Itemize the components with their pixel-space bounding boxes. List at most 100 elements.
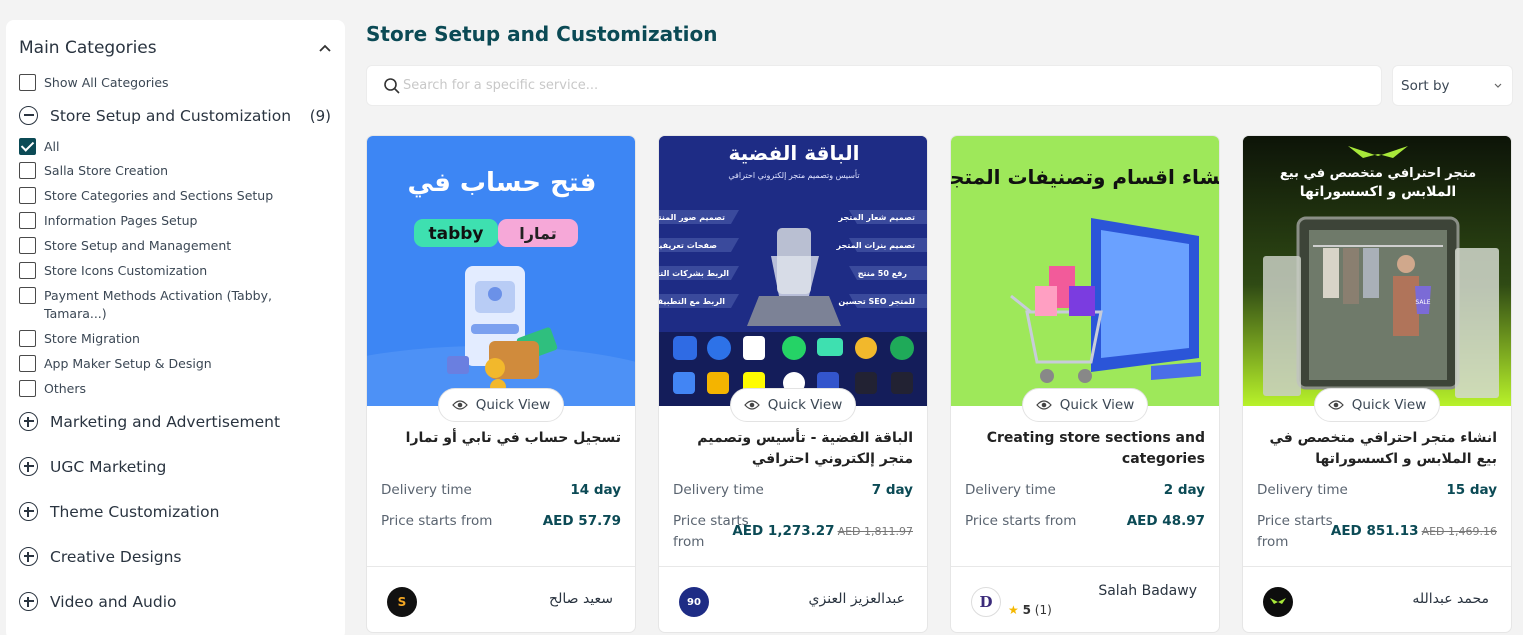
subcategory-label: Store Setup and Management: [44, 238, 232, 253]
svg-text:تحسين SEO للمتجر: تحسين SEO للمتجر: [838, 297, 915, 306]
plus-circle-icon[interactable]: [19, 592, 38, 611]
price-amount: AED 57.79: [542, 513, 621, 529]
svg-text:متجر احترافي متخصص في بيع: متجر احترافي متخصص في بيع: [1280, 166, 1476, 181]
delivery-value: 7 day: [871, 482, 913, 498]
checkbox[interactable]: [19, 330, 36, 347]
checkbox-checked[interactable]: [19, 138, 36, 155]
seller-name[interactable]: سعيد صالح: [549, 591, 613, 607]
service-card[interactable]: الباقة الفضية تأسيس وتصميم متجر إلكتروني…: [658, 135, 928, 633]
seller-avatar[interactable]: D: [971, 587, 1001, 617]
svg-text:تصميم صور المنتجات: تصميم صور المنتجات: [659, 213, 725, 222]
subcategory-checkbox-row[interactable]: Information Pages Setup: [19, 212, 319, 230]
subcategory-label: Information Pages Setup: [44, 213, 198, 228]
category-label: Marketing and Advertisement: [50, 412, 281, 431]
service-card[interactable]: فتح حساب في tabby تمارا Quick View تسجيل…: [366, 135, 636, 633]
service-title[interactable]: الباقة الفضية - تأسيس وتصميم متجر إلكترو…: [673, 428, 913, 470]
service-title[interactable]: تسجيل حساب في تابي أو تمارا: [381, 428, 621, 449]
subcategory-checkbox-row[interactable]: Store Categories and Sections Setup: [19, 187, 319, 205]
seller-avatar[interactable]: [1263, 587, 1293, 617]
quick-view-button[interactable]: Quick View: [1314, 388, 1440, 422]
card-divider: [951, 566, 1219, 567]
rating-count: (1): [1034, 603, 1052, 617]
category-store-setup[interactable]: Store Setup and Customization (9): [19, 106, 331, 125]
subcategory-checkbox-row[interactable]: Payment Methods Activation (Tabby, Tamar…: [19, 287, 319, 323]
checkbox[interactable]: [19, 74, 36, 91]
delivery-label: Delivery time: [381, 482, 472, 498]
checkbox[interactable]: [19, 287, 36, 304]
minus-circle-icon[interactable]: [19, 106, 38, 125]
category-video-audio[interactable]: Video and Audio: [19, 592, 331, 611]
star-icon: ★: [1008, 603, 1019, 617]
price-value: AED 48.97: [1127, 513, 1205, 529]
category-creative-designs[interactable]: Creative Designs: [19, 547, 331, 566]
checkbox[interactable]: [19, 237, 36, 254]
service-title[interactable]: انشاء متجر احترافي متخصص في بيع الملابس …: [1257, 428, 1497, 470]
checkbox[interactable]: [19, 187, 36, 204]
checkbox[interactable]: [19, 162, 36, 179]
svg-text:تأسيس وتصميم متجر إلكتروني احت: تأسيس وتصميم متجر إلكتروني احترافي: [728, 169, 859, 181]
category-marketing-advertisement[interactable]: Marketing and Advertisement: [19, 412, 331, 431]
service-image[interactable]: الباقة الفضية تأسيس وتصميم متجر إلكتروني…: [659, 136, 927, 406]
old-price: AED 1,811.97: [837, 525, 913, 538]
card-divider: [659, 566, 927, 567]
page-title: Store Setup and Customization: [366, 22, 718, 46]
seller-avatar[interactable]: S: [387, 587, 417, 617]
sidebar-header[interactable]: Main Categories: [19, 37, 331, 59]
price-value: AED 851.13 AED 1,469.16: [1331, 523, 1497, 539]
rating-value: 5: [1022, 603, 1031, 617]
checkbox[interactable]: [19, 380, 36, 397]
price-amount: AED 1,273.27: [732, 523, 835, 539]
checkbox[interactable]: [19, 355, 36, 372]
quick-view-button[interactable]: Quick View: [1022, 388, 1148, 422]
delivery-label: Delivery time: [965, 482, 1056, 498]
category-ugc-marketing[interactable]: UGC Marketing: [19, 457, 331, 476]
search-input[interactable]: [403, 78, 1303, 93]
subcategory-checkbox-row[interactable]: All: [19, 138, 319, 156]
svg-text:SALE: SALE: [1415, 299, 1430, 306]
delivery-label: Delivery time: [673, 482, 764, 498]
subcategory-checkbox-row[interactable]: Store Icons Customization: [19, 262, 319, 280]
subcategory-label: App Maker Setup & Design: [44, 356, 212, 371]
subcategory-label: Salla Store Creation: [44, 163, 169, 178]
service-image[interactable]: انشاء اقسام وتصنيفات المتجر: [951, 136, 1219, 406]
svg-text:tabby: tabby: [428, 224, 483, 244]
quick-view-button[interactable]: Quick View: [730, 388, 856, 422]
category-label: Theme Customization: [50, 502, 220, 521]
seller-name[interactable]: Salah Badawy: [1098, 583, 1197, 599]
svg-text:الربط مع التطبيقات: الربط مع التطبيقات: [659, 297, 725, 306]
subcategory-label: Store Migration: [44, 331, 140, 346]
price-value: AED 57.79: [543, 513, 621, 529]
show-all-categories-checkbox[interactable]: Show All Categories: [19, 74, 319, 92]
service-image[interactable]: متجر احترافي متخصص في بيع الملابس و اكسس…: [1243, 136, 1511, 406]
checkbox[interactable]: [19, 212, 36, 229]
search-bar[interactable]: [366, 65, 1382, 106]
subcategory-checkbox-row[interactable]: Store Migration: [19, 330, 319, 348]
checkbox[interactable]: [19, 262, 36, 279]
plus-circle-icon[interactable]: [19, 412, 38, 431]
plus-circle-icon[interactable]: [19, 457, 38, 476]
category-label: Creative Designs: [50, 547, 182, 566]
seller-name[interactable]: عبدالعزيز العنزي: [809, 591, 905, 607]
category-theme-customization[interactable]: Theme Customization: [19, 502, 331, 521]
seller-name[interactable]: محمد عبدالله: [1412, 591, 1489, 607]
sort-dropdown[interactable]: Sort by: [1392, 65, 1513, 106]
subcategory-checkbox-row[interactable]: Salla Store Creation: [19, 162, 319, 180]
quick-view-button[interactable]: Quick View: [438, 388, 564, 422]
service-image[interactable]: فتح حساب في tabby تمارا: [367, 136, 635, 406]
subcategory-checkbox-row[interactable]: Store Setup and Management: [19, 237, 319, 255]
svg-text:تصميم بنرات المتجر: تصميم بنرات المتجر: [835, 241, 915, 250]
subcategory-label: Store Icons Customization: [44, 263, 208, 278]
chevron-up-icon[interactable]: [319, 40, 331, 56]
service-card[interactable]: متجر احترافي متخصص في بيع الملابس و اكسس…: [1242, 135, 1512, 633]
subcategory-checkbox-row[interactable]: App Maker Setup & Design: [19, 355, 319, 373]
plus-circle-icon[interactable]: [19, 502, 38, 521]
service-title[interactable]: Creating store sections and categories: [965, 428, 1205, 470]
search-icon: [384, 77, 400, 94]
svg-text:صفحات تعريفية: صفحات تعريفية: [659, 241, 717, 250]
seller-avatar[interactable]: 90: [679, 587, 709, 617]
plus-circle-icon[interactable]: [19, 547, 38, 566]
subcategory-checkbox-row[interactable]: Others: [19, 380, 319, 398]
eye-icon: [1327, 400, 1344, 410]
delivery-value: 15 day: [1446, 482, 1497, 498]
service-card[interactable]: انشاء اقسام وتصنيفات المتجر Quick View C…: [950, 135, 1220, 633]
